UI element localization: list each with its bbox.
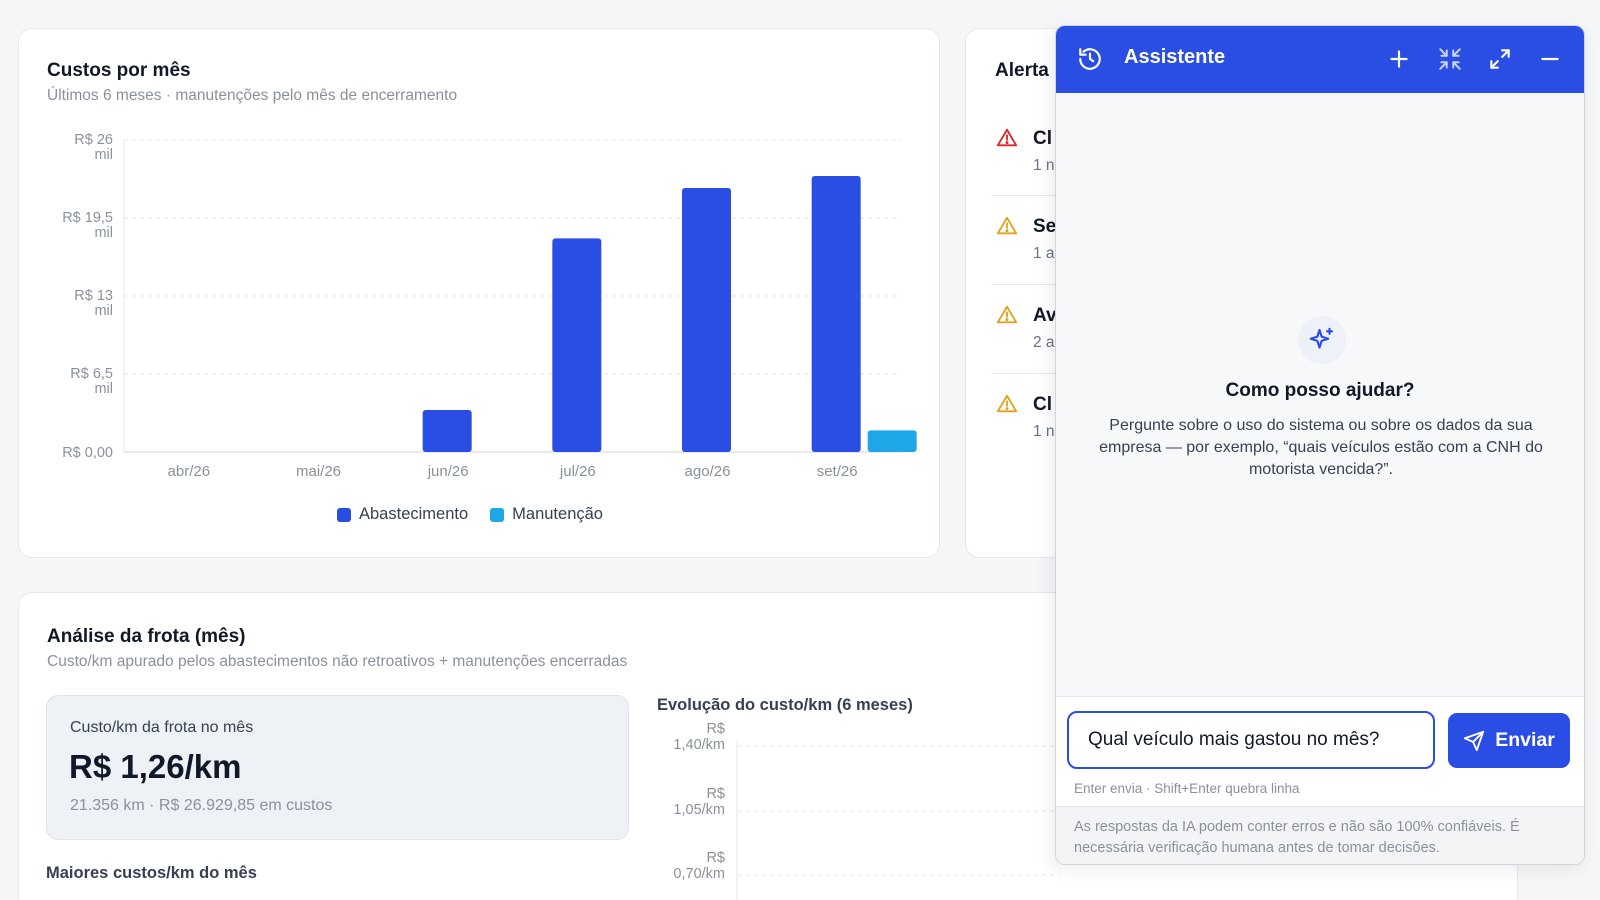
empty-state-title: Como posso ajudar?: [1225, 380, 1415, 401]
y-tick-label: 0,70/km: [673, 866, 725, 882]
empty-state-text: Pergunte sobre o uso do sistema ou sobre…: [1099, 417, 1543, 478]
collapse-button[interactable]: [1437, 46, 1463, 72]
assistant-title: Assistente: [1124, 46, 1226, 68]
input-hint: Enter envia · Shift+Enter quebra linha: [1074, 781, 1300, 796]
y-tick-label: R$: [706, 786, 725, 802]
send-icon: [1464, 730, 1485, 751]
message-input[interactable]: [1067, 711, 1435, 769]
assistant-panel: Assistente Como posso ajudar? Pergunte s…: [1055, 25, 1585, 865]
expand-icon: [1490, 49, 1510, 69]
collapse-icon: [1439, 48, 1461, 70]
history-button[interactable]: [1077, 46, 1103, 72]
y-tick-label: R$: [706, 850, 725, 866]
history-icon: [1079, 48, 1101, 70]
send-button[interactable]: Enviar: [1448, 713, 1570, 768]
sparkle-icon: [1309, 327, 1334, 349]
y-tick-label: 1,05/km: [673, 802, 725, 818]
composer: Enviar Enter envia · Shift+Enter quebra …: [1056, 696, 1584, 864]
ai-disclaimer: As respostas da IA podem conter erros e …: [1056, 806, 1584, 864]
minimize-icon: [1541, 57, 1559, 61]
sparkle-icon-container: [1298, 316, 1346, 364]
plus-icon: [1390, 50, 1408, 68]
y-tick-label: R$: [706, 721, 725, 737]
expand-button[interactable]: [1487, 46, 1513, 72]
minimize-button[interactable]: [1537, 46, 1563, 72]
send-button-label: Enviar: [1495, 729, 1555, 751]
y-tick-label: 1,40/km: [673, 737, 725, 753]
new-chat-button[interactable]: [1386, 46, 1412, 72]
evolution-chart: R$1,40/kmR$1,05/kmR$0,70/km: [673, 721, 1060, 900]
assistant-header: Assistente: [1056, 26, 1584, 93]
